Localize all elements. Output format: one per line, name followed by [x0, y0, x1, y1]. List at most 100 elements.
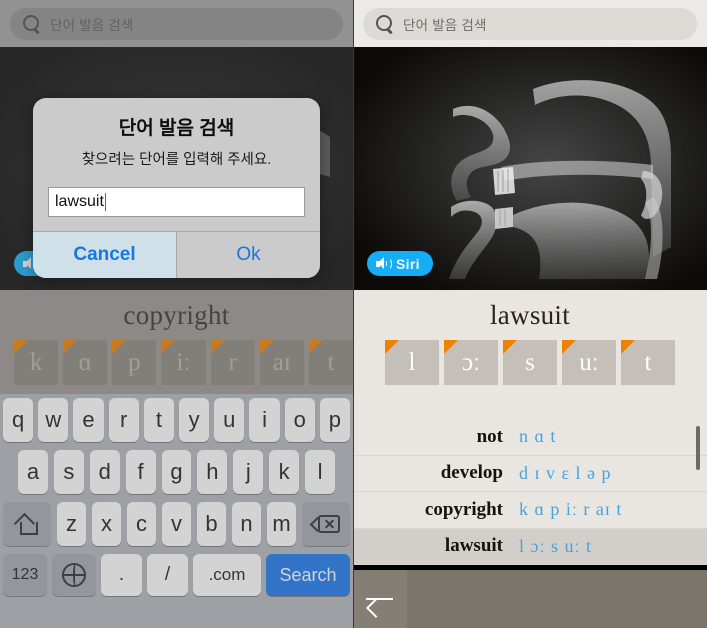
slash-key[interactable]: / [147, 554, 188, 596]
language-key[interactable] [52, 554, 96, 596]
phoneme-tile[interactable]: r [210, 340, 255, 385]
back-arrow-icon [366, 589, 394, 609]
globe-icon [62, 563, 86, 587]
key-v[interactable]: v [162, 502, 191, 546]
history-ipa: n ɑ t [519, 426, 557, 447]
scrollbar-thumb[interactable] [696, 426, 700, 470]
word-title-right: lawsuit [489, 300, 571, 330]
scrollbar-track[interactable] [696, 422, 704, 562]
dialog-message: 찾으려는 단어를 입력해 주세요. [81, 152, 272, 168]
phoneme-tile[interactable]: ɔː [444, 340, 498, 385]
phoneme-tile[interactable]: k [14, 340, 59, 385]
search-bar-right: 단어 발음 검색 [353, 0, 707, 47]
history-row[interactable]: copyright k ɑ p iː r aɪ t [353, 492, 707, 529]
bottom-navigation-bar [353, 570, 707, 628]
key-f[interactable]: f [125, 450, 156, 494]
history-row[interactable]: lawsuit l ɔː s uː t [353, 528, 707, 565]
ok-button[interactable]: Ok [176, 232, 320, 278]
backspace-key[interactable] [302, 502, 350, 546]
dotcom-key[interactable]: .com [193, 554, 261, 596]
word-area-right: lawsuit l ɔː s uː t [353, 290, 707, 419]
back-button[interactable] [353, 570, 407, 628]
key-a[interactable]: a [18, 450, 48, 494]
shift-key[interactable] [3, 502, 51, 546]
dialog-input-value: lawsuit [55, 193, 104, 210]
on-screen-keyboard[interactable]: qwertyuiop asdfghjkl zxcvbnm 123 . / .co… [0, 394, 353, 628]
key-t[interactable]: t [143, 398, 174, 442]
siri-label: Siri [396, 255, 420, 272]
text-caret [104, 193, 107, 211]
phoneme-corner-marker [14, 340, 28, 354]
key-b[interactable]: b [197, 502, 226, 546]
phoneme-tile[interactable]: iː [161, 340, 206, 385]
phoneme-corner-marker [308, 340, 323, 354]
search-key[interactable]: Search [266, 554, 350, 596]
history-list[interactable]: not n ɑ t develop d ɪ v ɛ l ə p copyright k ɑ… [353, 419, 707, 565]
phoneme-tile[interactable]: t [308, 340, 353, 385]
key-y[interactable]: y [179, 398, 210, 442]
history-word: develop [440, 462, 503, 484]
shift-arrow-icon [16, 513, 38, 535]
key-h[interactable]: h [197, 450, 228, 494]
search-dialog: 단어 발음 검색 찾으려는 단어를 입력해 주세요. lawsuit Cance… [33, 98, 320, 278]
key-j[interactable]: j [233, 450, 264, 494]
key-c[interactable]: c [127, 502, 156, 546]
phoneme-corner-marker [63, 340, 78, 354]
phoneme-tile[interactable]: s [503, 340, 557, 385]
key-n[interactable]: n [232, 502, 261, 546]
phoneme-corner-marker [503, 340, 517, 354]
dialog-input-wrapper: lawsuit [33, 169, 320, 231]
phoneme-symbol: ɑ [78, 349, 92, 376]
phoneme-tile[interactable]: aɪ [259, 340, 304, 385]
numbers-key[interactable]: 123 [3, 554, 47, 596]
phoneme-tile[interactable]: ɑ [63, 340, 108, 385]
key-x[interactable]: x [92, 502, 121, 546]
phoneme-corner-marker [259, 340, 274, 354]
key-w[interactable]: w [38, 398, 69, 442]
keyboard-row-4[interactable]: 123 . / .com Search [0, 554, 353, 596]
keyboard-row-3[interactable]: zxcvbnm [0, 502, 353, 546]
key-l[interactable]: l [305, 450, 336, 494]
phoneme-symbol: t [327, 349, 335, 376]
search-input-right[interactable]: 단어 발음 검색 [363, 7, 697, 40]
phoneme-corner-marker [444, 340, 458, 354]
phoneme-corner-marker [161, 340, 176, 354]
phoneme-tile[interactable]: uː [562, 340, 616, 385]
key-g[interactable]: g [161, 450, 192, 494]
key-k[interactable]: k [269, 450, 300, 494]
search-icon [375, 14, 395, 34]
word-title-left: copyright [123, 300, 230, 330]
history-ipa: l ɔː s uː t [519, 535, 592, 556]
keyboard-row-3-letters: zxcvbnm [57, 502, 296, 546]
speaker-icon [376, 257, 392, 270]
phoneme-symbol: iː [176, 349, 191, 376]
search-input-left[interactable]: 단어 발음 검색 [10, 7, 343, 40]
phoneme-corner-marker [210, 340, 225, 354]
history-row[interactable]: develop d ɪ v ɛ l ə p [353, 456, 707, 492]
key-p[interactable]: p [319, 398, 351, 442]
key-e[interactable]: e [73, 398, 104, 442]
dialog-buttons: Cancel Ok [33, 231, 320, 278]
key-u[interactable]: u [214, 398, 245, 442]
phoneme-tile[interactable]: p [112, 340, 157, 385]
key-r[interactable]: r [108, 398, 139, 442]
phoneme-tile[interactable]: l [385, 340, 439, 385]
dialog-title: 단어 발음 검색 [118, 118, 235, 139]
phoneme-symbol: k [29, 349, 43, 376]
history-row[interactable]: not n ɑ t [353, 419, 707, 456]
dialog-text-input[interactable]: lawsuit [48, 187, 305, 217]
key-s[interactable]: s [53, 450, 84, 494]
key-q[interactable]: q [2, 398, 34, 442]
cancel-button[interactable]: Cancel [33, 232, 176, 278]
phoneme-row-left: k ɑ p iː r aɪ t [0, 340, 353, 385]
period-key[interactable]: . [101, 554, 142, 596]
key-z[interactable]: z [57, 502, 86, 546]
key-m[interactable]: m [267, 502, 296, 546]
phoneme-tile[interactable]: t [621, 340, 675, 385]
key-i[interactable]: i [249, 398, 280, 442]
key-d[interactable]: d [89, 450, 120, 494]
key-o[interactable]: o [284, 398, 315, 442]
search-placeholder: 단어 발음 검색 [403, 17, 487, 33]
siri-button-right[interactable]: Siri [367, 251, 433, 276]
history-word: not [476, 425, 503, 447]
